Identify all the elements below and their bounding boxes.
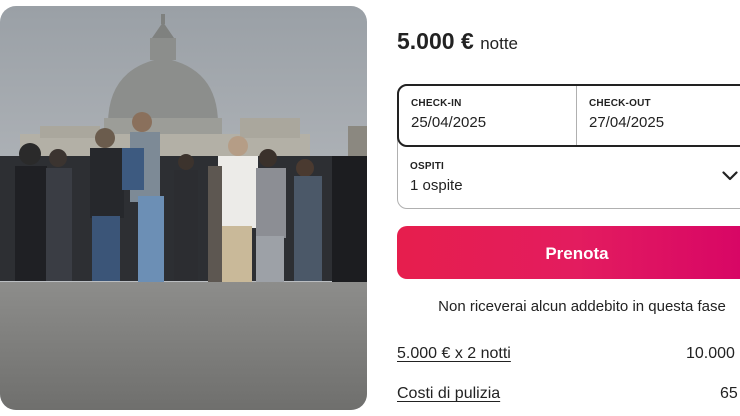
date-range-selector[interactable]: CHECK-IN 25/04/2025 CHECK-OUT 27/04/2025 <box>397 84 740 147</box>
listing-photo[interactable] <box>0 6 367 410</box>
price-amount: 5.000 € <box>397 28 474 54</box>
chevron-down-icon[interactable] <box>722 171 738 181</box>
reservation-picker: CHECK-IN 25/04/2025 CHECK-OUT 27/04/2025… <box>397 84 740 209</box>
basilica-crowd-image <box>0 6 367 410</box>
checkout-label: CHECK-OUT <box>589 98 651 109</box>
guests-value: 1 ospite <box>410 177 463 194</box>
nights-cost-link[interactable]: 5.000 € x 2 notti <box>397 345 511 363</box>
checkout-value: 27/04/2025 <box>589 114 665 131</box>
checkout-field[interactable]: CHECK-OUT 27/04/2025 <box>577 86 740 145</box>
nightly-price: 5.000 € notte <box>397 28 518 55</box>
nights-cost-amount: 10.000 <box>686 345 735 362</box>
cleaning-fee-link[interactable]: Costi di pulizia <box>397 385 500 403</box>
price-unit: notte <box>480 34 519 53</box>
no-charge-note: Non riceverai alcun addebito in questa f… <box>438 298 726 315</box>
guests-dropdown[interactable]: OSPITI 1 ospite <box>398 147 740 208</box>
reserve-button[interactable]: Prenota <box>397 226 740 279</box>
checkin-label: CHECK-IN <box>411 98 462 109</box>
checkin-value: 25/04/2025 <box>411 114 487 131</box>
guests-label: OSPITI <box>410 161 444 172</box>
cleaning-fee-amount: 65 <box>720 385 738 402</box>
checkin-field[interactable]: CHECK-IN 25/04/2025 <box>399 86 577 145</box>
